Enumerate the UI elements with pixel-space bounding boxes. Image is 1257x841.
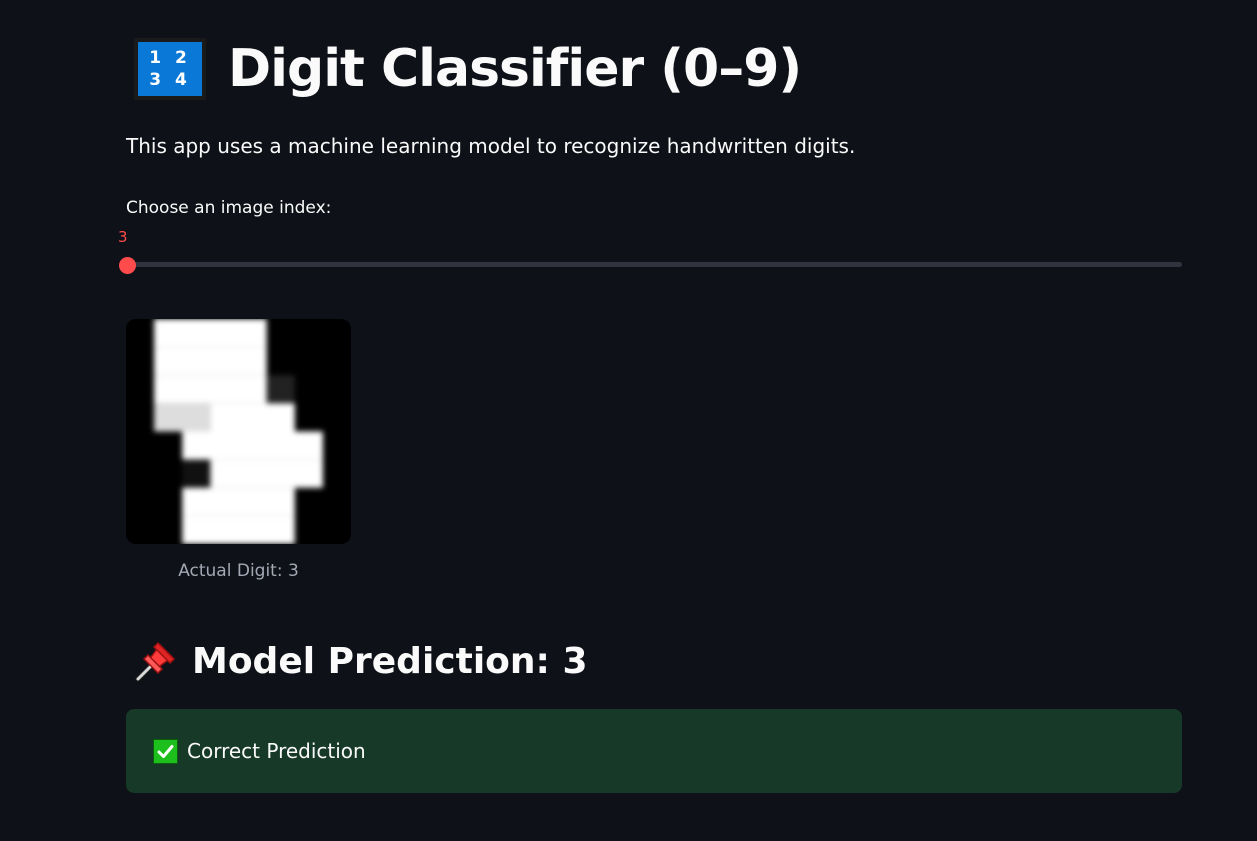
alert-text: Correct Prediction	[187, 739, 366, 763]
prediction-row: Model Prediction: 3	[132, 636, 588, 686]
prediction-heading: Model Prediction: 3	[192, 640, 588, 682]
slider-label: Choose an image index:	[126, 198, 332, 218]
digit-image	[126, 319, 351, 544]
input-numbers-icon: 1 2 3 4	[134, 38, 206, 100]
slider-track[interactable]	[126, 262, 1182, 267]
slider-value: 3	[118, 228, 128, 246]
title-row: 1 2 3 4 Digit Classifier (0–9)	[134, 36, 802, 102]
icon-text-bottom: 3 4	[149, 70, 191, 90]
pushpin-icon	[135, 641, 176, 682]
image-caption: Actual Digit: 3	[178, 561, 299, 581]
success-alert: Correct Prediction	[126, 709, 1182, 793]
icon-text-top: 1 2	[149, 48, 191, 68]
app-description: This app uses a machine learning model t…	[126, 134, 856, 158]
check-mark-icon	[153, 738, 178, 764]
slider-thumb[interactable]	[119, 257, 136, 274]
page-title: Digit Classifier (0–9)	[228, 39, 802, 99]
